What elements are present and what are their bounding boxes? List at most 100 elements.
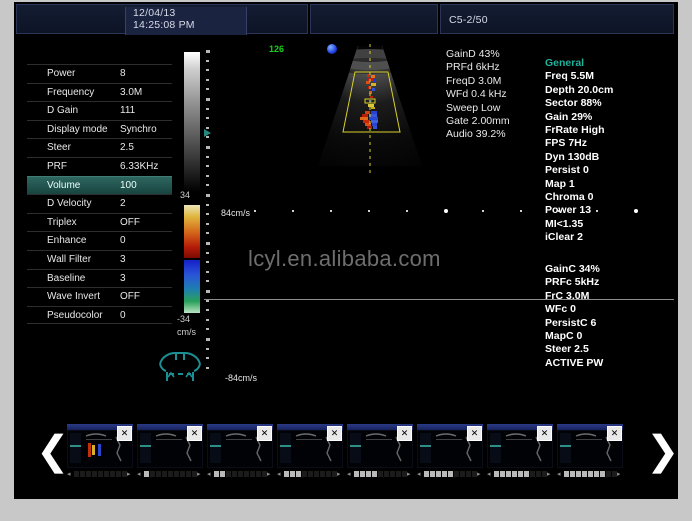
param-row-baseline[interactable]: Baseline 3 bbox=[27, 268, 172, 288]
gen-line: iClear 2 bbox=[545, 231, 583, 244]
param-row-d-velocity[interactable]: D Velocity 2 bbox=[27, 194, 172, 213]
param-value: 0 bbox=[120, 309, 126, 321]
thumbnail-item[interactable]: ✕ ◂ ▸ bbox=[277, 424, 343, 480]
thumbnail-item[interactable]: ✕ ◂ ▸ bbox=[487, 424, 553, 480]
param-label: Display mode bbox=[47, 123, 108, 135]
parameter-panel: Power 8 Frequency 3.0M D Gain 111 Display mode… bbox=[27, 64, 172, 325]
gen-line: Freq 5.5M bbox=[545, 70, 595, 83]
thumbnail-close-icon[interactable]: ✕ bbox=[187, 426, 202, 441]
filmstrip-left-arrow-icon[interactable]: ◂ bbox=[277, 471, 281, 478]
thumbnail-filmstrip[interactable]: ◂ ▸ bbox=[207, 471, 271, 478]
thumbnail-close-icon[interactable]: ✕ bbox=[537, 426, 552, 441]
strip-next-button[interactable]: ❯ bbox=[646, 430, 678, 474]
param-value: 3 bbox=[120, 253, 126, 265]
param-label: Baseline bbox=[47, 272, 86, 284]
filmstrip-left-arrow-icon[interactable]: ◂ bbox=[137, 471, 141, 478]
thumbnail-close-icon[interactable]: ✕ bbox=[257, 426, 272, 441]
thumbnail-filmstrip[interactable]: ◂ ▸ bbox=[67, 471, 131, 478]
param-row-enhance[interactable]: Enhance 0 bbox=[27, 231, 172, 250]
param-row-pseudocolor[interactable]: Pseudocolor 0 bbox=[27, 305, 172, 325]
param-row-wall-filter[interactable]: Wall Filter 3 bbox=[27, 249, 172, 269]
thumbnail-close-icon[interactable]: ✕ bbox=[607, 426, 622, 441]
param-value: 100 bbox=[120, 179, 137, 191]
colr-line: ACTIVE PW bbox=[545, 356, 604, 369]
filmstrip-right-arrow-icon[interactable]: ▸ bbox=[337, 471, 341, 478]
gen-line: Power 13 bbox=[545, 204, 592, 217]
header-middle-panel[interactable] bbox=[310, 4, 438, 34]
doppler-measurement-block: GainD 43% PRFd 6kHz FreqD 3.0M WFd 0.4 kHz S… bbox=[446, 48, 510, 142]
thumbnail-item[interactable]: ✕ ◂ ▸ bbox=[207, 424, 273, 480]
gen-line: Persist 0 bbox=[545, 164, 589, 177]
filmstrip-right-arrow-icon[interactable]: ▸ bbox=[267, 471, 271, 478]
filmstrip-left-arrow-icon[interactable]: ◂ bbox=[207, 471, 211, 478]
filmstrip-right-arrow-icon[interactable]: ▸ bbox=[617, 471, 621, 478]
body-marker-icon[interactable] bbox=[152, 350, 208, 389]
param-row-steer[interactable]: Steer 2.5 bbox=[27, 138, 172, 157]
meas-line: GainD 43% bbox=[446, 48, 500, 60]
depth-scale-dots bbox=[206, 50, 210, 380]
doppler-top-scale-label: 84cm/s bbox=[221, 208, 251, 218]
param-row-volume[interactable]: Volume 100 bbox=[27, 175, 172, 195]
gen-line: Map 1 bbox=[545, 177, 575, 190]
param-row-wave-invert[interactable]: Wave Invert OFF bbox=[27, 287, 172, 306]
param-label: Wave Invert bbox=[47, 291, 100, 303]
filmstrip-left-arrow-icon[interactable]: ◂ bbox=[557, 471, 561, 478]
thumbnail-filmstrip[interactable]: ◂ ▸ bbox=[137, 471, 201, 478]
filmstrip-right-arrow-icon[interactable]: ▸ bbox=[477, 471, 481, 478]
colr-line: MapC 0 bbox=[545, 330, 583, 343]
thumbnail-close-icon[interactable]: ✕ bbox=[467, 426, 482, 441]
header-patient-panel[interactable]: 12/04/13 14:25:08 PM bbox=[16, 4, 308, 35]
strip-prev-button[interactable]: ❮ bbox=[36, 430, 70, 474]
thumbnail-filmstrip[interactable]: ◂ ▸ bbox=[277, 471, 341, 478]
filmstrip-right-arrow-icon[interactable]: ▸ bbox=[127, 471, 131, 478]
thumbnail-close-icon[interactable]: ✕ bbox=[327, 426, 342, 441]
thumbnail-filmstrip[interactable]: ◂ ▸ bbox=[557, 471, 621, 478]
param-row-triplex[interactable]: Triplex OFF bbox=[27, 212, 172, 232]
doppler-baseline bbox=[204, 299, 674, 300]
filmstrip-left-arrow-icon[interactable]: ◂ bbox=[487, 471, 491, 478]
param-value: 3 bbox=[120, 272, 126, 284]
meas-line: PRFd 6kHz bbox=[446, 61, 500, 74]
param-row-prf[interactable]: PRF 6.33KHz bbox=[27, 156, 172, 176]
header-probe-panel[interactable]: C5-2/50 bbox=[440, 4, 674, 34]
colr-line: Steer 2.5 bbox=[545, 343, 589, 356]
watermark-text: lcyl.en.alibaba.com bbox=[248, 246, 441, 271]
depth-marker-icon[interactable] bbox=[204, 129, 211, 137]
param-row-power[interactable]: Power 8 bbox=[27, 64, 172, 83]
meas-line: FreqD 3.0M bbox=[446, 74, 502, 87]
filmstrip-right-arrow-icon[interactable]: ▸ bbox=[197, 471, 201, 478]
filmstrip-left-arrow-icon[interactable]: ◂ bbox=[67, 471, 71, 478]
thumbnail-item[interactable]: ✕ ◂ ▸ bbox=[557, 424, 623, 480]
thumbnail-item[interactable]: ✕ ◂ ▸ bbox=[347, 424, 413, 480]
param-label: D Velocity bbox=[47, 198, 92, 210]
filmstrip-left-arrow-icon[interactable]: ◂ bbox=[347, 471, 351, 478]
param-row-frequency[interactable]: Frequency 3.0M bbox=[27, 82, 172, 102]
thumbnail-filmstrip[interactable]: ◂ ▸ bbox=[417, 471, 481, 478]
thumbnail-item[interactable]: ✕ ◂ ▸ bbox=[137, 424, 203, 480]
thumbnail-filmstrip[interactable]: ◂ ▸ bbox=[487, 471, 551, 478]
color-bar-negative bbox=[184, 260, 200, 313]
filmstrip-left-arrow-icon[interactable]: ◂ bbox=[417, 471, 421, 478]
thumbnail-item[interactable]: ✕ ◂ ▸ bbox=[67, 424, 133, 480]
colr-line: GainC 34% bbox=[545, 263, 600, 275]
thumbnail-close-icon[interactable]: ✕ bbox=[117, 426, 132, 441]
filmstrip-right-arrow-icon[interactable]: ▸ bbox=[407, 471, 411, 478]
param-row-display-mode[interactable]: Display mode Synchro bbox=[27, 119, 172, 139]
param-value: 3.0M bbox=[120, 86, 143, 98]
param-value: 111 bbox=[120, 105, 136, 117]
param-value: OFF bbox=[120, 291, 140, 303]
meas-line: Audio 39.2% bbox=[446, 128, 506, 141]
param-label: Pseudocolor bbox=[47, 309, 103, 321]
thumbnail-item[interactable]: ✕ ◂ ▸ bbox=[417, 424, 483, 480]
filmstrip-right-arrow-icon[interactable]: ▸ bbox=[547, 471, 551, 478]
colr-line: PRFc 5kHz bbox=[545, 276, 600, 289]
param-row-d-gain[interactable]: D Gain 111 bbox=[27, 101, 172, 120]
thumbnail-filmstrip[interactable]: ◂ ▸ bbox=[347, 471, 411, 478]
param-value: 8 bbox=[120, 68, 126, 79]
param-label: Frequency bbox=[47, 86, 95, 98]
sector-scan-image[interactable] bbox=[310, 44, 430, 174]
gen-line: Sector 88% bbox=[545, 97, 602, 110]
param-value: 6.33KHz bbox=[120, 160, 159, 172]
thumbnail-close-icon[interactable]: ✕ bbox=[397, 426, 412, 441]
thumbnail-strip: ❮ ❯ ✕ ◂ ▸ ✕ ◂ ▸ ✕ ◂ ▸ ✕ ◂ ▸ ✕ ◂ ▸ ✕ ◂ ▸ ✕ ◂ ▸ ✕ ◂ ▸ bbox=[14, 412, 678, 497]
